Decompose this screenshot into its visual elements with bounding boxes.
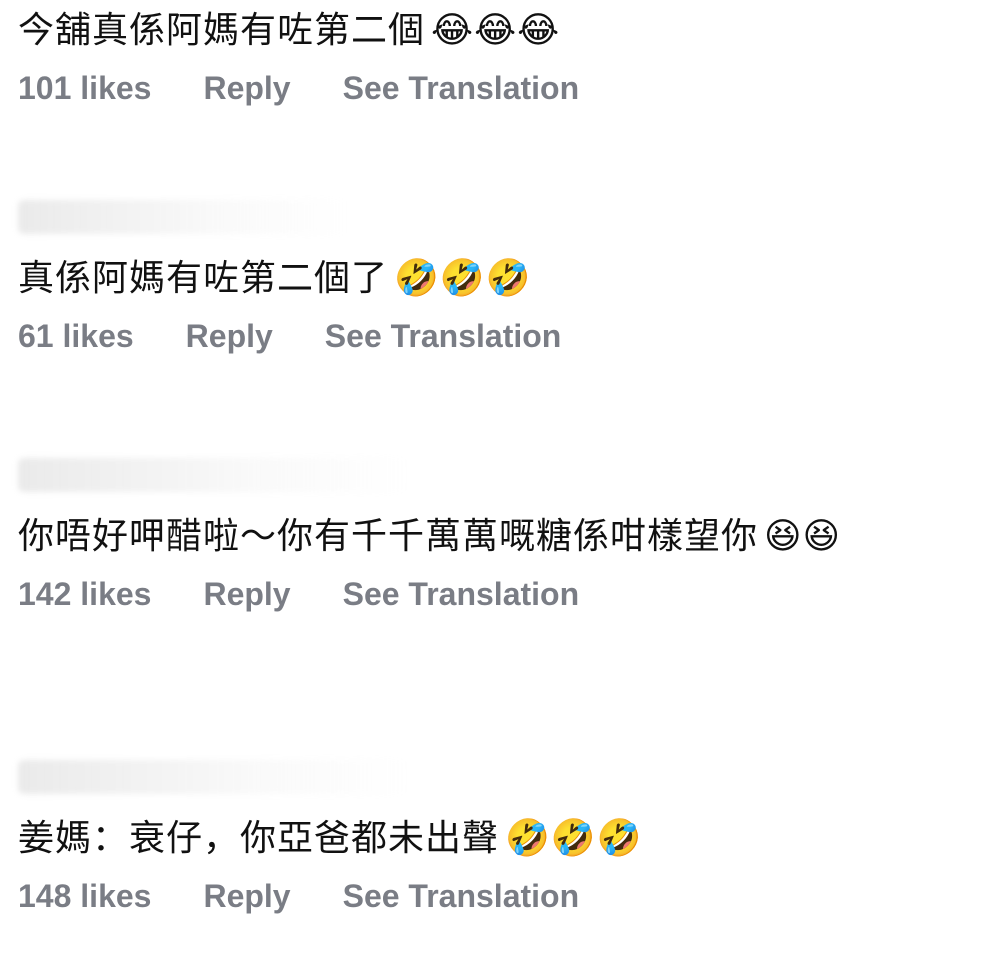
grinning-squinting-emoji-icon: 😆😆 (764, 516, 842, 557)
laughing-tears-emoji-icon: 😂😂😂 (431, 10, 561, 51)
see-translation-button[interactable]: See Translation (325, 318, 562, 355)
reply-button[interactable]: Reply (203, 70, 290, 107)
likes-count[interactable]: 148 likes (18, 878, 151, 915)
comment-actions: 148 likes Reply See Translation (18, 878, 972, 915)
comment-body: 姜媽：衰仔，你亞爸都未出聲 (18, 818, 500, 859)
comment-text: 姜媽：衰仔，你亞爸都未出聲 🤣🤣🤣 (18, 814, 972, 864)
comment-body: 真係阿媽有咗第二個了 (18, 258, 389, 299)
blurred-username (18, 760, 408, 794)
reply-button[interactable]: Reply (203, 576, 290, 613)
comment-body: 你唔好呷醋啦～你有千千萬萬嘅糖係咁樣望你 (18, 516, 759, 557)
comment-actions: 101 likes Reply See Translation (18, 70, 972, 107)
comment-text: 真係阿媽有咗第二個了 🤣🤣🤣 (18, 254, 972, 304)
comment-item: 今舖真係阿媽有咗第二個 😂😂😂 101 likes Reply See Trans… (18, 6, 972, 107)
comment-item: 姜媽：衰仔，你亞爸都未出聲 🤣🤣🤣 148 likes Reply See Tra… (18, 760, 972, 915)
comment-actions: 142 likes Reply See Translation (18, 576, 972, 613)
blurred-username (18, 200, 348, 234)
see-translation-button[interactable]: See Translation (343, 70, 580, 107)
comment-item: 真係阿媽有咗第二個了 🤣🤣🤣 61 likes Reply See Transla… (18, 200, 972, 355)
rolling-laughing-emoji-icon: 🤣🤣🤣 (394, 258, 532, 299)
comment-body: 今舖真係阿媽有咗第二個 (18, 10, 426, 51)
reply-button[interactable]: Reply (203, 878, 290, 915)
comment-text: 今舖真係阿媽有咗第二個 😂😂😂 (18, 6, 972, 56)
blurred-username (18, 458, 408, 492)
rolling-laughing-emoji-icon: 🤣🤣🤣 (505, 818, 643, 859)
likes-count[interactable]: 142 likes (18, 576, 151, 613)
see-translation-button[interactable]: See Translation (343, 878, 580, 915)
likes-count[interactable]: 101 likes (18, 70, 151, 107)
comment-text: 你唔好呷醋啦～你有千千萬萬嘅糖係咁樣望你 😆😆 (18, 512, 972, 562)
see-translation-button[interactable]: See Translation (343, 576, 580, 613)
comment-actions: 61 likes Reply See Translation (18, 318, 972, 355)
reply-button[interactable]: Reply (186, 318, 273, 355)
comment-item: 你唔好呷醋啦～你有千千萬萬嘅糖係咁樣望你 😆😆 142 likes Reply S… (18, 458, 972, 613)
likes-count[interactable]: 61 likes (18, 318, 134, 355)
